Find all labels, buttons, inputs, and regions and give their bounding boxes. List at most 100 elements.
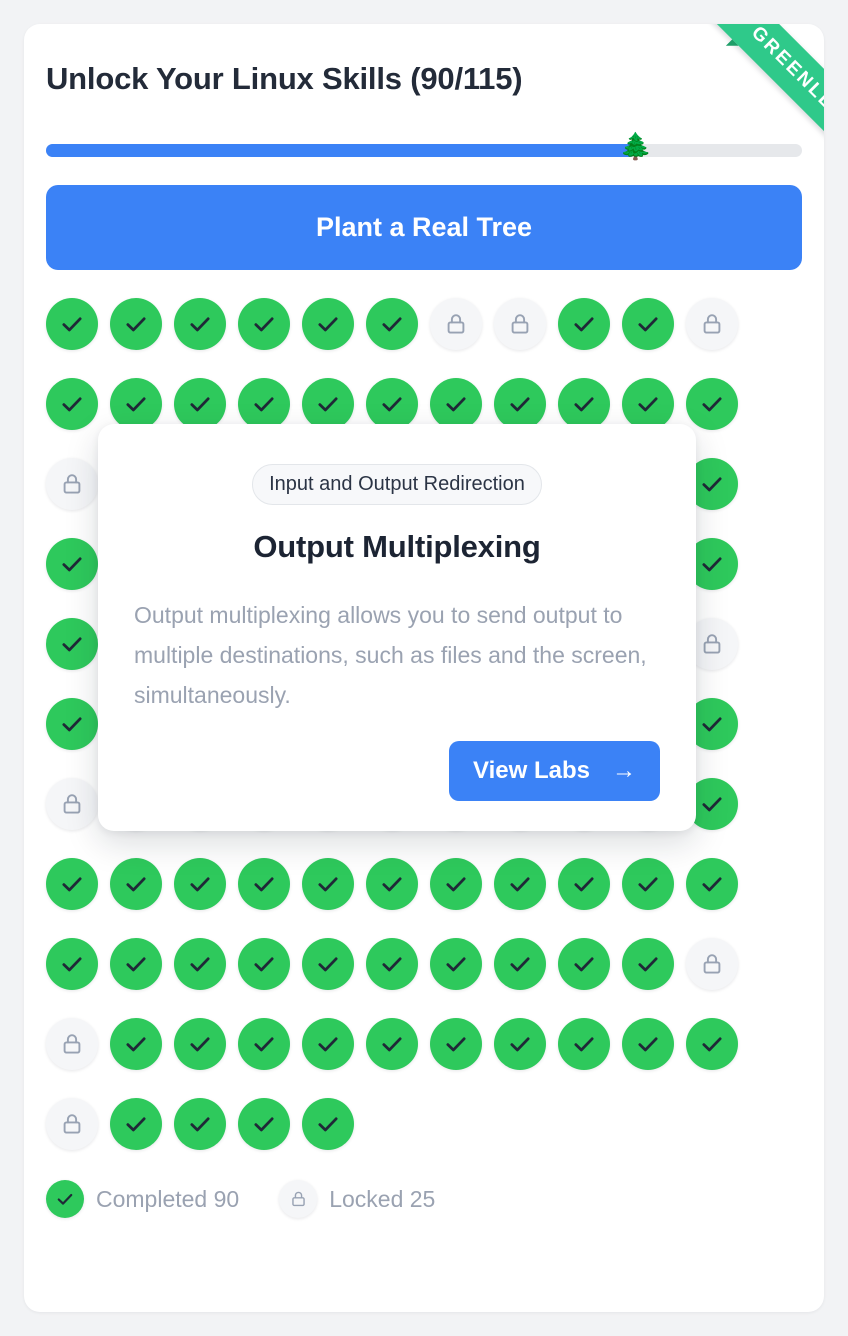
skill-node-completed[interactable] — [238, 378, 290, 431]
skill-node-completed[interactable] — [174, 378, 226, 431]
skill-description: Output multiplexing allows you to send o… — [134, 602, 647, 709]
progress-fill — [46, 144, 636, 158]
skill-node-completed[interactable] — [430, 938, 482, 991]
skill-node-completed[interactable] — [366, 378, 418, 431]
skill-node-completed[interactable] — [110, 1098, 162, 1151]
skill-node-completed[interactable] — [238, 1098, 290, 1151]
check-icon — [187, 391, 213, 417]
skill-node-completed[interactable] — [110, 378, 162, 431]
skill-node-locked[interactable] — [686, 938, 738, 991]
check-icon — [443, 871, 469, 897]
skill-node-completed[interactable] — [302, 378, 354, 431]
lock-icon — [279, 1180, 318, 1219]
skill-node-completed[interactable] — [174, 938, 226, 991]
skill-title: Output Multiplexing — [253, 529, 541, 564]
skill-node-completed[interactable] — [238, 1018, 290, 1071]
skill-node-completed[interactable] — [366, 298, 418, 351]
skill-node-completed[interactable] — [46, 858, 98, 911]
skill-node-locked[interactable] — [494, 298, 546, 351]
skill-node-completed[interactable] — [238, 298, 290, 351]
check-icon — [635, 871, 661, 897]
skill-node-completed[interactable] — [110, 298, 162, 351]
skill-node-locked[interactable] — [46, 1018, 98, 1071]
lock-icon — [61, 1032, 83, 1056]
skill-node-locked[interactable] — [430, 298, 482, 351]
skill-node-completed[interactable] — [174, 858, 226, 911]
skill-node-completed[interactable] — [110, 858, 162, 911]
skill-node-completed[interactable] — [622, 858, 674, 911]
skill-node-completed[interactable] — [46, 298, 98, 351]
check-icon — [379, 311, 405, 337]
skill-node-completed[interactable] — [302, 1018, 354, 1071]
skill-node-completed[interactable] — [622, 1018, 674, 1071]
check-icon — [443, 951, 469, 977]
check-icon — [635, 1031, 661, 1057]
skill-node-completed[interactable] — [494, 938, 546, 991]
view-labs-button[interactable]: View Labs → — [449, 741, 660, 802]
skill-node-completed[interactable] — [46, 538, 98, 591]
skill-node-completed[interactable] — [110, 1018, 162, 1071]
check-icon — [187, 311, 213, 337]
skill-node-completed[interactable] — [302, 938, 354, 991]
check-icon — [571, 1031, 597, 1057]
check-icon — [635, 951, 661, 977]
skill-node-completed[interactable] — [622, 938, 674, 991]
plant-a-real-tree-button[interactable]: Plant a Real Tree — [46, 185, 802, 271]
skill-node-completed[interactable] — [46, 938, 98, 991]
skill-node-completed[interactable] — [366, 858, 418, 911]
skill-node-row — [46, 298, 802, 351]
skill-node-locked[interactable] — [46, 458, 98, 511]
skill-node-completed[interactable] — [622, 298, 674, 351]
skill-node-completed[interactable] — [558, 858, 610, 911]
skill-node-completed[interactable] — [366, 1018, 418, 1071]
skill-node-locked[interactable] — [46, 778, 98, 831]
skill-node-locked[interactable] — [686, 298, 738, 351]
skill-node-completed[interactable] — [302, 298, 354, 351]
check-icon — [571, 311, 597, 337]
skill-node-completed[interactable] — [558, 298, 610, 351]
skill-node-completed[interactable] — [302, 858, 354, 911]
skill-node-completed[interactable] — [622, 378, 674, 431]
check-icon — [187, 1031, 213, 1057]
check-icon — [187, 1111, 213, 1137]
check-icon — [59, 871, 85, 897]
skill-node-completed[interactable] — [46, 618, 98, 671]
progress-bar[interactable]: 🌲 — [46, 133, 802, 161]
skill-node-completed[interactable] — [494, 858, 546, 911]
skill-node-completed[interactable] — [558, 378, 610, 431]
skill-node-locked[interactable] — [46, 1098, 98, 1151]
skill-node-completed[interactable] — [46, 378, 98, 431]
skill-node-completed[interactable] — [174, 298, 226, 351]
check-icon — [123, 951, 149, 977]
check-icon — [59, 711, 85, 737]
skill-node-completed[interactable] — [174, 1018, 226, 1071]
skill-node-completed[interactable] — [494, 378, 546, 431]
check-icon — [699, 551, 725, 577]
skill-node-completed[interactable] — [686, 858, 738, 911]
skill-node-completed[interactable] — [430, 1018, 482, 1071]
check-icon — [59, 311, 85, 337]
lock-icon — [61, 1112, 83, 1136]
status-legend: Completed 90 Locked 25 — [46, 1180, 802, 1219]
skill-node-completed[interactable] — [366, 938, 418, 991]
skill-node-completed[interactable] — [558, 938, 610, 991]
skill-node-completed[interactable] — [430, 858, 482, 911]
skill-tree-card: GREENLEARN Unlock Your Linux Skills (90/… — [24, 24, 824, 1312]
lock-icon — [61, 792, 83, 816]
lock-icon — [61, 472, 83, 496]
skill-node-completed[interactable] — [174, 1098, 226, 1151]
skill-node-completed[interactable] — [238, 858, 290, 911]
lock-icon — [509, 312, 531, 336]
skill-node-completed[interactable] — [558, 1018, 610, 1071]
skill-node-completed[interactable] — [686, 378, 738, 431]
skill-node-completed[interactable] — [110, 938, 162, 991]
skill-node-completed[interactable] — [46, 698, 98, 751]
check-icon — [123, 1111, 149, 1137]
check-icon — [571, 951, 597, 977]
skill-node-completed[interactable] — [494, 1018, 546, 1071]
skill-node-completed[interactable] — [686, 1018, 738, 1071]
skill-node-completed[interactable] — [430, 378, 482, 431]
skill-node-completed[interactable] — [302, 1098, 354, 1151]
check-icon — [507, 391, 533, 417]
skill-node-completed[interactable] — [238, 938, 290, 991]
